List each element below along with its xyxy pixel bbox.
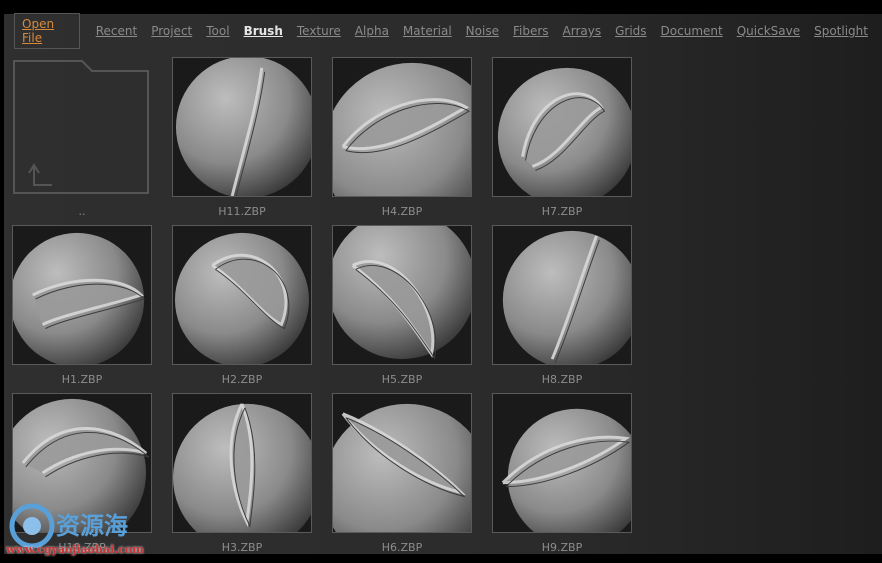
parent-folder[interactable] [12, 57, 152, 197]
tab-open-file[interactable]: Open File [14, 13, 80, 49]
tab-recent[interactable]: Recent [96, 24, 137, 38]
tab-brush[interactable]: Brush [244, 24, 283, 38]
tab-tool[interactable]: Tool [206, 24, 229, 38]
brush-thumbnail[interactable] [332, 57, 472, 197]
brush-file-name: H11.ZBP [218, 205, 266, 218]
watermark-text: 资源海 [56, 512, 128, 540]
tab-grids[interactable]: Grids [615, 24, 646, 38]
tab-document[interactable]: Document [661, 24, 723, 38]
brush-thumbnail[interactable] [172, 57, 312, 197]
brush-file-name: H7.ZBP [541, 205, 583, 218]
watermark-url: www.cgyaojiaohai.com [6, 543, 144, 556]
sphere-preview-image [497, 67, 631, 196]
brush-file-name: H5.ZBP [381, 373, 423, 386]
brush-file-name: H1.ZBP [61, 373, 103, 386]
sphere-preview-image [333, 403, 471, 532]
brush-thumbnail[interactable] [172, 393, 312, 533]
tab-project[interactable]: Project [151, 24, 192, 38]
brush-file-name: H3.ZBP [221, 541, 263, 554]
brush-thumbnail[interactable] [172, 225, 312, 365]
tab-fibers[interactable]: Fibers [513, 24, 549, 38]
brush-thumbnail[interactable] [492, 57, 632, 197]
tab-texture[interactable]: Texture [297, 24, 341, 38]
brush-file-name: H4.ZBP [381, 205, 423, 218]
tab-arrays[interactable]: Arrays [563, 24, 602, 38]
parent-folder-label: .. [78, 205, 86, 218]
tab-quicksave[interactable]: QuickSave [737, 24, 800, 38]
brush-thumbnail[interactable] [332, 225, 472, 365]
sphere-preview-image [175, 58, 311, 196]
brush-file-name: H9.ZBP [541, 541, 583, 554]
tab-bar: Open File Recent Project Tool Brush Texture Al… [14, 13, 882, 49]
sphere-preview-image [173, 403, 311, 532]
brush-thumbnail[interactable] [492, 225, 632, 365]
tab-noise[interactable]: Noise [466, 24, 499, 38]
brush-thumbnail[interactable] [12, 225, 152, 365]
folder-up-icon [13, 60, 149, 194]
brush-thumbnail[interactable] [492, 393, 632, 533]
tab-spotlight[interactable]: Spotlight [814, 24, 868, 38]
sphere-preview-image [333, 62, 471, 196]
sphere-preview-image [174, 232, 310, 364]
brush-thumbnail[interactable] [332, 393, 472, 533]
tab-material[interactable]: Material [403, 24, 452, 38]
sphere-preview-image [502, 230, 631, 364]
tab-alpha[interactable]: Alpha [355, 24, 389, 38]
brush-file-name: H2.ZBP [221, 373, 263, 386]
brush-file-name: H6.ZBP [381, 541, 423, 554]
sphere-preview-image [333, 226, 471, 360]
sphere-preview-image [13, 232, 146, 364]
brush-file-name: H8.ZBP [541, 373, 583, 386]
sphere-preview-image [501, 408, 631, 532]
